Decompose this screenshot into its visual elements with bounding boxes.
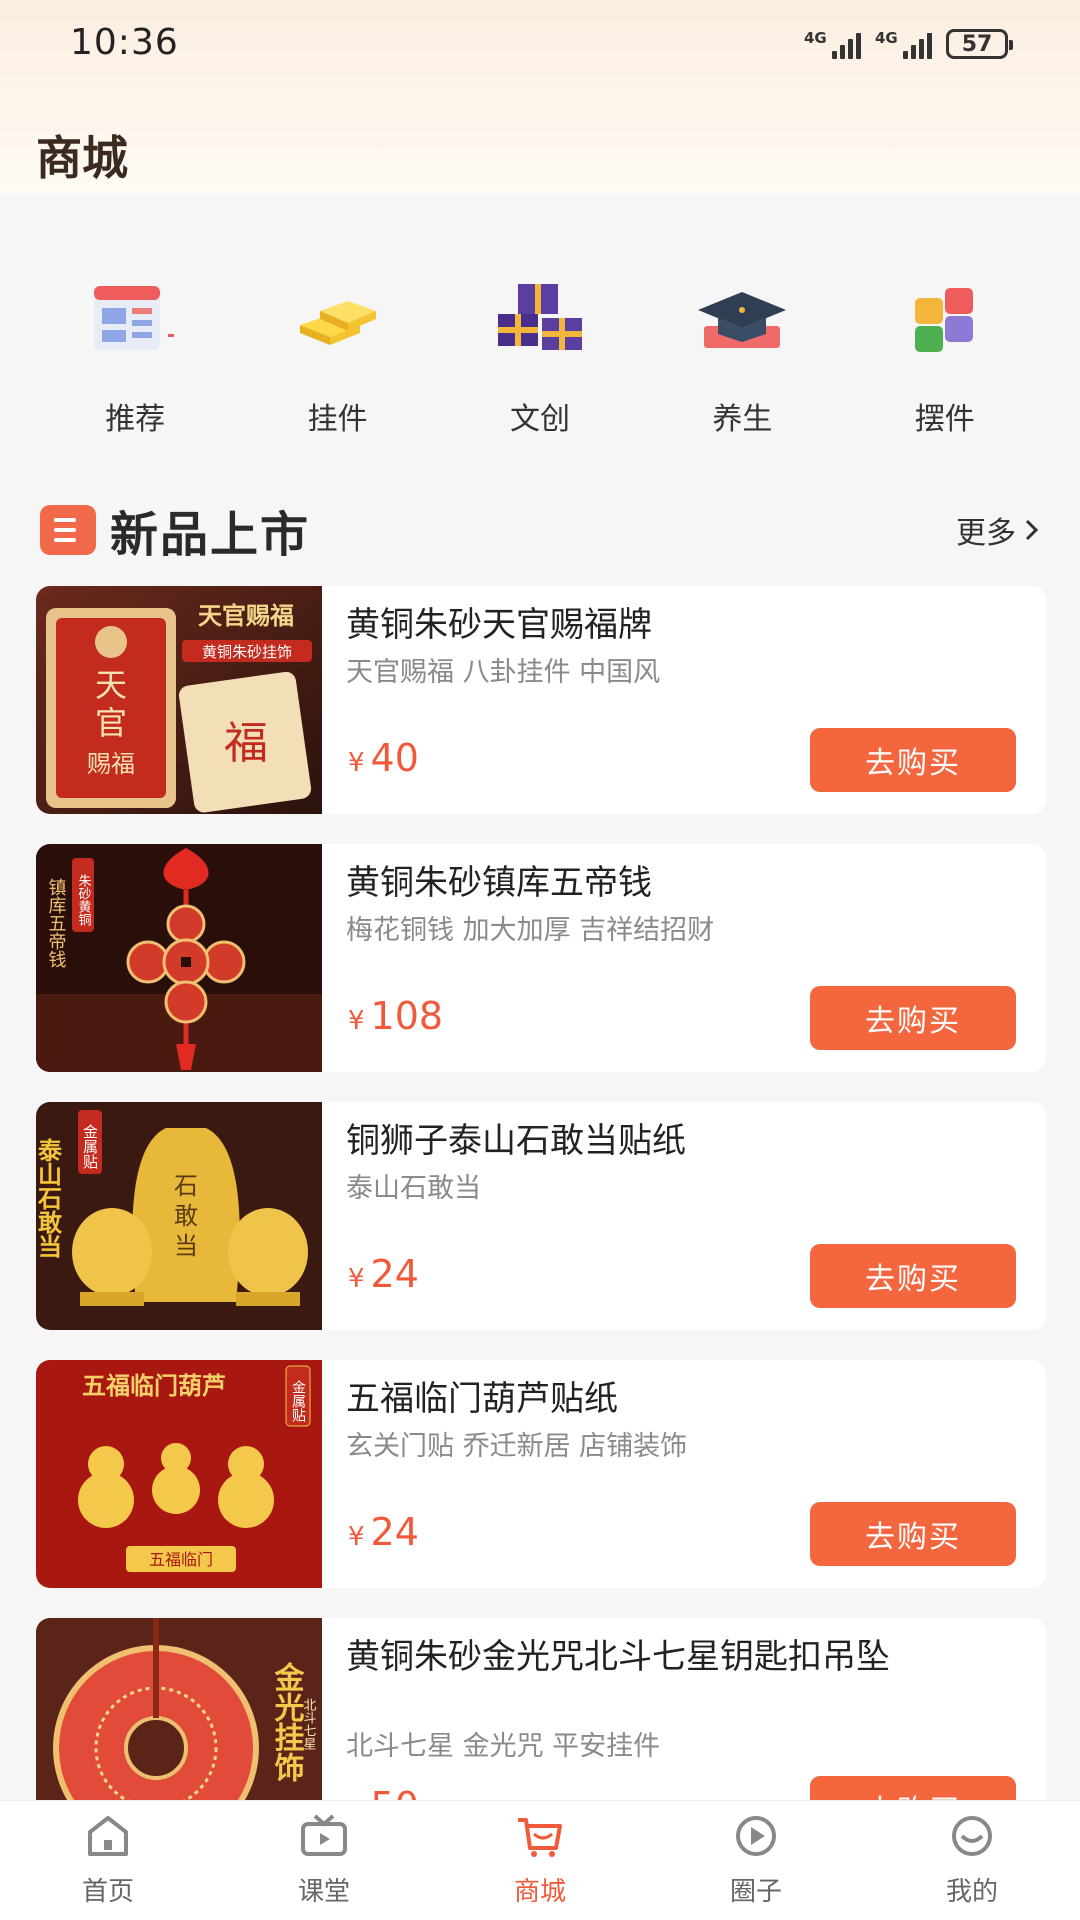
category-label: 挂件 [307, 402, 368, 437]
product-image: 天 官 赐福 福 天官赐福 黄铜朱砂挂饰 [36, 586, 322, 814]
header: 10:36 4G 4G 57 商城 [0, 0, 1080, 194]
status-icons: 4G 4G 57 [804, 26, 1013, 62]
signal-label: 4G [804, 29, 827, 47]
image-caption: 镇库五帝钱 [46, 878, 67, 968]
product-subtitle: 梅花铜钱 加大加厚 吉祥结招财 [346, 915, 715, 946]
buy-button[interactable]: 去购买 [810, 728, 1016, 792]
signal-icon: 4G [875, 29, 932, 59]
image-tag: 金属贴 [290, 1380, 306, 1422]
product-card[interactable]: 天 官 赐福 福 天官赐福 黄铜朱砂挂饰 黄铜朱砂天官赐福牌 天官赐福 八卦挂件… [36, 586, 1046, 814]
product-subtitle: 天官赐福 八卦挂件 中国风 [346, 657, 661, 688]
product-image: 石 敢 当 泰山石敢当 金属贴 [36, 1102, 322, 1330]
more-link[interactable]: 更多 [956, 508, 1040, 552]
gift-boxes-icon [490, 270, 590, 370]
product-card[interactable]: 镇库五帝钱 朱砂黄铜 黄铜朱砂镇库五帝钱 梅花铜钱 加大加厚 吉祥结招财 ¥10… [36, 844, 1046, 1072]
category-label: 文创 [509, 402, 570, 437]
section-title: 新品上市 [110, 507, 311, 563]
gold-bars-icon [288, 270, 388, 370]
product-card[interactable]: 石 敢 当 泰山石敢当 金属贴 铜狮子泰山石敢当贴纸 泰山石敢当 ¥24 去购买 [36, 1102, 1046, 1330]
image-tag: 金属贴 [81, 1124, 99, 1169]
nav-label: 课堂 [297, 1877, 350, 1907]
product-image: 镇库五帝钱 朱砂黄铜 [36, 844, 322, 1072]
signal-icon: 4G [804, 29, 861, 59]
category-health[interactable]: 养生 [672, 270, 812, 440]
nav-profile[interactable]: 我的 [892, 1813, 1052, 1908]
nav-label: 圈子 [729, 1877, 782, 1907]
product-subtitle: 玄关门贴 乔迁新居 店铺装饰 [346, 1431, 688, 1462]
signal-label: 4G [875, 29, 898, 47]
page-title: 商城 [36, 131, 128, 185]
chevron-right-icon [1025, 519, 1039, 541]
category-label: 推荐 [105, 402, 166, 437]
category-recommend[interactable]: 推荐 [65, 270, 205, 440]
buy-button[interactable]: 去购买 [810, 1244, 1016, 1308]
image-caption: 泰山石敢当 [36, 1138, 63, 1258]
svg-text:福: 福 [224, 718, 268, 769]
battery-icon: 57 [946, 29, 1013, 59]
product-image: 五福临门 五福临门葫芦 金属贴 [36, 1360, 322, 1588]
svg-text:敢: 敢 [174, 1202, 198, 1230]
profile-smile-icon [945, 1813, 999, 1859]
product-title: 铜狮子泰山石敢当贴纸 [346, 1121, 686, 1161]
product-price: ¥108 [348, 994, 444, 1038]
product-price: ¥24 [348, 1510, 419, 1554]
classroom-tv-icon [297, 1813, 351, 1859]
graduation-cap-icon [692, 270, 792, 370]
nav-label: 我的 [945, 1877, 998, 1907]
bottom-nav: 首页 课堂 商城 圈子 我的 [0, 1800, 1080, 1920]
product-subtitle: 北斗七星 金光咒 平安挂件 [346, 1731, 661, 1762]
product-price: ¥40 [348, 736, 419, 780]
circle-play-icon [729, 1813, 783, 1859]
product-title: 五福临门葫芦贴纸 [346, 1379, 618, 1419]
status-time: 10:36 [70, 22, 179, 63]
svg-text:当: 当 [174, 1232, 198, 1260]
svg-text:官: 官 [95, 704, 127, 742]
nav-circle[interactable]: 圈子 [676, 1813, 836, 1908]
nav-label: 商城 [513, 1877, 566, 1907]
category-pendant[interactable]: 挂件 [268, 270, 408, 440]
product-price: ¥24 [348, 1252, 419, 1296]
shop-cart-icon [513, 1813, 567, 1859]
product-title: 黄铜朱砂天官赐福牌 [346, 605, 652, 645]
product-card[interactable]: 五福临门 五福临门葫芦 金属贴 五福临门葫芦贴纸 玄关门贴 乔迁新居 店铺装饰 … [36, 1360, 1046, 1588]
nav-home[interactable]: 首页 [28, 1813, 188, 1908]
image-tag: 北斗七星 [301, 1698, 317, 1750]
category-ornament[interactable]: 摆件 [875, 270, 1015, 440]
nav-label: 首页 [81, 1877, 134, 1907]
blocks-icon [895, 270, 995, 370]
image-tag: 朱砂黄铜 [76, 874, 92, 926]
more-label: 更多 [956, 516, 1016, 551]
svg-text:天: 天 [95, 666, 127, 704]
image-caption: 五福临门葫芦 [82, 1371, 226, 1400]
category-cultural[interactable]: 文创 [470, 270, 610, 440]
svg-text:五福临门: 五福临门 [149, 1550, 213, 1569]
svg-text:赐福: 赐福 [87, 750, 135, 778]
nav-classroom[interactable]: 课堂 [244, 1813, 404, 1908]
category-row: 推荐 挂件 文创 养生 摆件 [0, 270, 1080, 440]
svg-text:石: 石 [174, 1172, 198, 1200]
home-icon [81, 1813, 135, 1859]
image-tag: 黄铜朱砂挂饰 [202, 643, 292, 661]
list-icon [40, 505, 96, 555]
product-subtitle: 泰山石敢当 [346, 1173, 481, 1204]
buy-button[interactable]: 去购买 [810, 986, 1016, 1050]
category-label: 摆件 [914, 402, 975, 437]
buy-button[interactable]: 去购买 [810, 1502, 1016, 1566]
category-label: 养生 [712, 402, 773, 437]
product-title: 黄铜朱砂金光咒北斗七星钥匙扣吊坠 [346, 1637, 890, 1677]
product-title: 黄铜朱砂镇库五帝钱 [346, 863, 652, 903]
recommend-icon [85, 270, 185, 370]
nav-shop[interactable]: 商城 [460, 1813, 620, 1908]
image-caption: 天官赐福 [198, 601, 294, 630]
section-title-group: 新品上市 [40, 495, 310, 565]
section-header: 新品上市 更多 [40, 495, 1040, 565]
